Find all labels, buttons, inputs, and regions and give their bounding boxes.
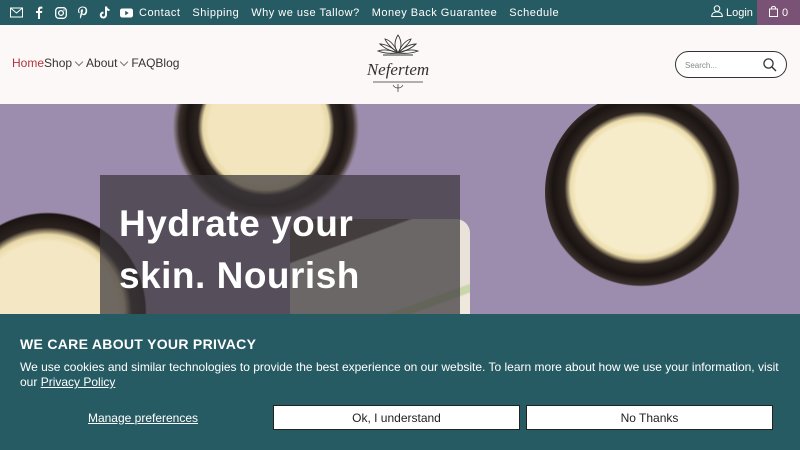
tiktok-icon[interactable] — [98, 6, 111, 19]
social-icons — [10, 0, 133, 25]
nav-home[interactable]: Home — [12, 56, 44, 70]
privacy-policy-link[interactable]: Privacy Policy — [41, 375, 116, 389]
nav-about[interactable]: About — [86, 56, 131, 70]
top-bar: Contact Shipping Why we use Tallow? Mone… — [0, 0, 800, 25]
cart-button[interactable]: 0 — [757, 0, 800, 25]
chevron-down-icon — [120, 57, 129, 66]
decline-cookies-button[interactable]: No Thanks — [526, 405, 773, 430]
main-nav: Home Shop About FAQ Blog — [12, 56, 179, 70]
nav-faq[interactable]: FAQ — [131, 56, 155, 70]
link-contact[interactable]: Contact — [139, 7, 180, 19]
cookie-banner: WE CARE ABOUT YOUR PRIVACY We use cookie… — [0, 314, 800, 450]
nav-about-label: About — [86, 56, 118, 70]
cookie-text: We use cookies and similar technologies … — [20, 360, 790, 390]
cookie-title: WE CARE ABOUT YOUR PRIVACY — [20, 336, 257, 352]
chevron-down-icon — [74, 57, 84, 66]
link-why-tallow[interactable]: Why we use Tallow? — [251, 7, 359, 19]
nav-home-label: Home — [12, 56, 45, 70]
site-logo[interactable]: Nefertem — [359, 31, 437, 97]
facebook-icon[interactable] — [32, 6, 45, 19]
link-money-back[interactable]: Money Back Guarantee — [372, 7, 498, 19]
logo-text: Nefertem — [366, 60, 429, 79]
search-box[interactable] — [675, 51, 787, 78]
nav-blog[interactable]: Blog — [155, 56, 179, 70]
login-label: Login — [726, 6, 753, 19]
cart-count: 0 — [781, 6, 789, 19]
nav-shop[interactable]: Shop — [44, 56, 86, 70]
accept-cookies-button[interactable]: Ok, I understand — [273, 405, 520, 430]
search-input[interactable] — [685, 58, 760, 72]
link-shipping[interactable]: Shipping — [192, 7, 239, 19]
search-icon[interactable] — [762, 57, 778, 73]
top-links: Contact Shipping Why we use Tallow? Mone… — [139, 0, 559, 25]
cookie-text-body: We use cookies and similar technologies … — [20, 360, 779, 389]
link-schedule[interactable]: Schedule — [509, 7, 559, 19]
youtube-icon[interactable] — [120, 6, 133, 19]
manage-preferences-link[interactable]: Manage preferences — [20, 405, 266, 430]
hero-banner: Hydrate your skin. Nourish — [0, 104, 800, 314]
site-header: Home Shop About FAQ Blog Nefertem — [0, 25, 800, 104]
user-icon — [711, 5, 723, 20]
nav-blog-label: Blog — [155, 56, 180, 70]
hero-headline: Hydrate your skin. Nourish — [119, 203, 360, 296]
nav-faq-label: FAQ — [131, 56, 156, 70]
login-link[interactable]: Login — [711, 0, 753, 25]
cream-jar-image — [545, 104, 745, 292]
bag-icon — [768, 5, 778, 20]
pinterest-icon[interactable] — [76, 6, 89, 19]
mail-icon[interactable] — [10, 6, 23, 19]
nav-shop-label: Shop — [44, 56, 73, 70]
instagram-icon[interactable] — [54, 6, 67, 19]
